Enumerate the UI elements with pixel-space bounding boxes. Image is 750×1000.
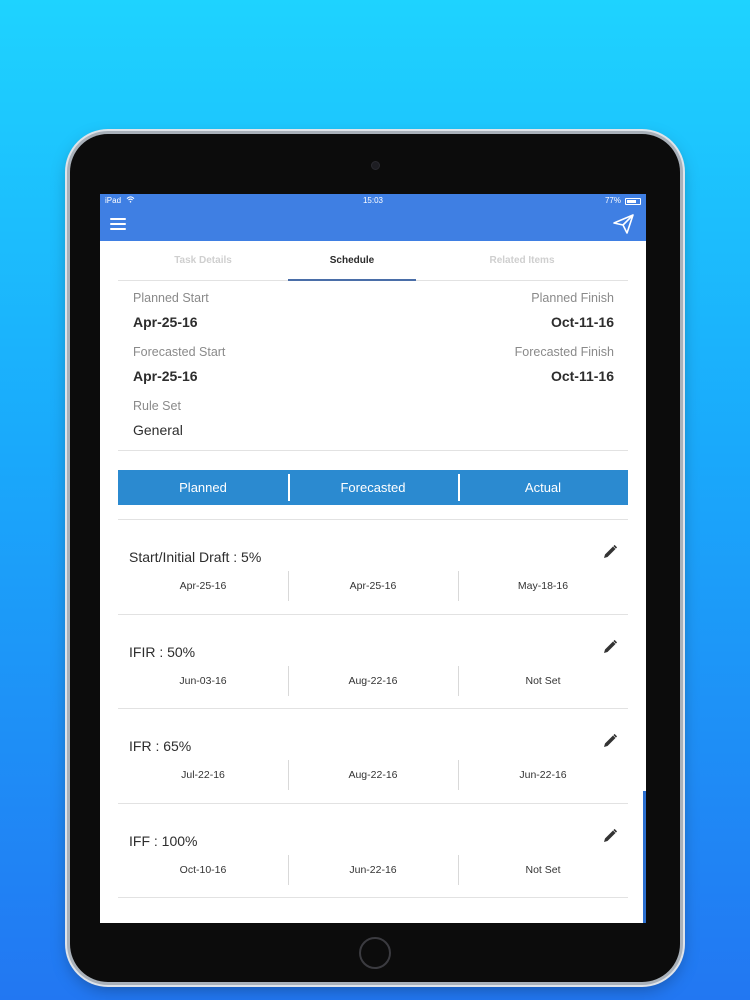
app-screen: iPad 15:03 77% Task Details Schedule Rel… (100, 194, 646, 923)
forecasted-start-value: Apr-25-16 (133, 368, 198, 384)
milestone-title: IFF : 100% (129, 832, 198, 849)
milestone-row[interactable]: IFF : 100% Oct-10-16 Jun-22-16 Not Set (118, 804, 628, 898)
segment-planned[interactable]: Planned (118, 470, 288, 505)
milestone-title: IFR : 65% (129, 738, 192, 754)
milestone-actual-date: May-18-16 (458, 571, 628, 601)
milestone-actual-date: Not Set (458, 854, 628, 885)
status-bar: iPad 15:03 77% (100, 194, 646, 208)
milestone-forecasted-date: Jun-22-16 (288, 854, 458, 885)
milestone-planned-date: Oct-10-16 (179, 863, 227, 876)
segment-forecasted[interactable]: Forecasted (288, 470, 458, 505)
milestone-title: Start/Initial Draft : 5% (129, 549, 262, 565)
milestone-actual-date: Jun-22-16 (458, 760, 628, 790)
milestone-forecasted-date: Aug-22-16 (288, 665, 458, 696)
date-type-header: Planned Forecasted Actual (118, 470, 628, 505)
milestone-forecasted-date: Apr-25-16 (288, 571, 458, 601)
milestone-planned-date: Apr-25-16 (179, 580, 227, 592)
planned-start-label: Planned Start (133, 291, 209, 305)
planned-finish-value: Oct-11-16 (550, 314, 614, 330)
planned-start-value: Apr-25-16 (133, 314, 198, 330)
milestone-row[interactable]: IFIR : 50% Jun-03-16 Aug-22-16 Not Set (118, 615, 628, 709)
planned-finish-label: Planned Finish (531, 291, 614, 305)
paper-plane-icon[interactable] (612, 212, 636, 236)
scroll-indicator[interactable] (643, 791, 646, 923)
milestone-list: Start/Initial Draft : 5% Apr-25-16 Apr-2… (118, 520, 628, 898)
status-time: 15:03 (362, 196, 384, 205)
milestone-planned-date: Jul-22-16 (181, 769, 225, 781)
pencil-icon[interactable] (602, 639, 618, 655)
pencil-icon[interactable] (602, 544, 618, 560)
milestone-row[interactable]: Start/Initial Draft : 5% Apr-25-16 Apr-2… (118, 520, 628, 615)
milestone-actual-date: Not Set (458, 665, 628, 696)
rule-set-value: General (133, 422, 183, 438)
app-bar (100, 208, 646, 241)
home-button[interactable] (359, 937, 391, 969)
forecasted-finish-label: Forecasted Finish (514, 345, 614, 359)
milestone-planned-date: Jun-03-16 (179, 674, 227, 687)
battery-icon (625, 197, 641, 205)
milestone-forecasted-date: Aug-22-16 (288, 760, 458, 790)
segment-actual[interactable]: Actual (458, 470, 628, 505)
forecasted-start-label: Forecasted Start (133, 345, 226, 359)
pencil-icon[interactable] (602, 733, 618, 749)
forecasted-finish-value: Oct-11-16 (550, 368, 614, 384)
milestone-title: IFIR : 50% (129, 643, 196, 660)
schedule-summary: Planned Start Apr-25-16 Planned Finish O… (118, 281, 628, 451)
tab-bar: Task Details Schedule Related Items (118, 241, 628, 281)
pencil-icon[interactable] (602, 828, 618, 844)
menu-icon[interactable] (110, 218, 126, 232)
battery-percent: 77% (604, 196, 621, 205)
ipad-frame: iPad 15:03 77% Task Details Schedule Rel… (70, 134, 680, 982)
tab-related-items[interactable]: Related Items (416, 241, 628, 280)
tab-schedule[interactable]: Schedule (288, 241, 416, 281)
milestone-row[interactable]: IFR : 65% Jul-22-16 Aug-22-16 Jun-22-16 (118, 709, 628, 804)
rule-set-label: Rule Set (133, 399, 181, 413)
battery-fill (627, 199, 637, 203)
front-camera (371, 161, 380, 170)
tab-task-details[interactable]: Task Details (118, 241, 288, 280)
